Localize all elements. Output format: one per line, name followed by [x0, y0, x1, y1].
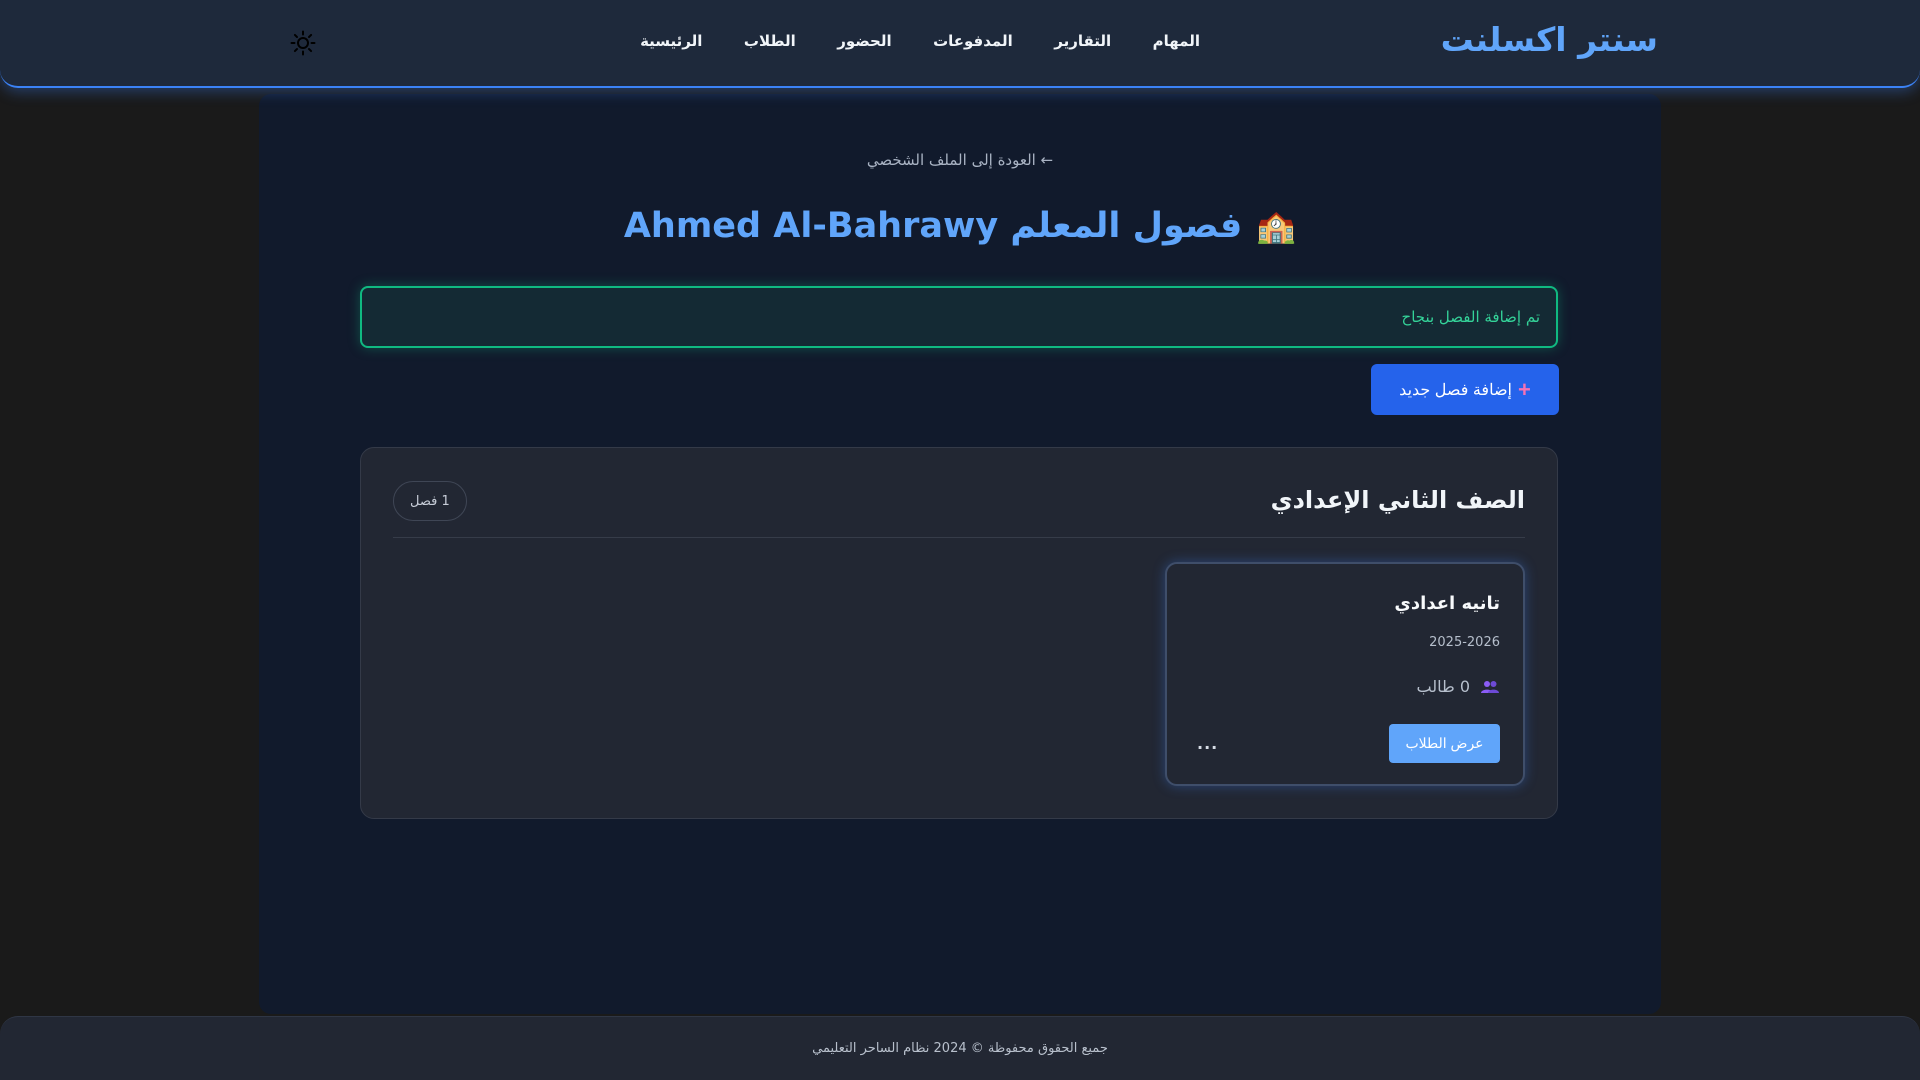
- nav-attendance[interactable]: الحضور: [837, 32, 891, 50]
- add-class-label: إضافة فصل جديد: [1399, 381, 1512, 399]
- people-icon: [1481, 680, 1499, 693]
- main-panel: ← العودة إلى الملف الشخصي 🏫 فصول المعلم A…: [259, 94, 1661, 1014]
- school-icon: 🏫: [1256, 207, 1297, 245]
- student-count-text: 0 طالب: [1416, 677, 1470, 696]
- nav-reports[interactable]: التقارير: [1054, 32, 1111, 50]
- grade-title: الصف الثاني الإعدادي: [1270, 486, 1525, 514]
- more-options-button[interactable]: ...: [1197, 734, 1218, 753]
- main-nav: المهام التقارير المدفوعات الحضور الطلاب …: [640, 32, 1200, 50]
- class-name: تانيه اعدادي: [1394, 593, 1500, 614]
- nav-payments[interactable]: المدفوعات: [933, 32, 1013, 50]
- top-header: سنتر اكسلنت المهام التقارير المدفوعات ال…: [0, 0, 1920, 88]
- sun-icon: [290, 30, 316, 56]
- nav-tasks[interactable]: المهام: [1153, 32, 1200, 50]
- add-class-button[interactable]: + إضافة فصل جديد: [1371, 364, 1559, 415]
- page-title: 🏫 فصول المعلم Ahmed Al-Bahrawy: [259, 206, 1661, 246]
- brand-logo[interactable]: سنتر اكسلنت: [1441, 20, 1658, 59]
- class-card: تانيه اعدادي 2025-2026 0 طالب عرض الطلاب…: [1165, 562, 1525, 786]
- grade-section: الصف الثاني الإعدادي 1 فصل تانيه اعدادي …: [360, 447, 1558, 819]
- success-alert: تم إضافة الفصل بنجاح: [360, 286, 1558, 348]
- class-year: 2025-2026: [1429, 635, 1500, 650]
- footer: جميع الحقوق محفوظة © 2024 نظام الساحر ال…: [0, 1016, 1920, 1080]
- class-student-count: 0 طالب: [1417, 677, 1500, 696]
- divider: [393, 537, 1525, 538]
- class-count-badge: 1 فصل: [393, 481, 467, 521]
- theme-toggle-button[interactable]: [286, 26, 320, 60]
- page-title-text: فصول المعلم Ahmed Al-Bahrawy: [623, 206, 1243, 246]
- nav-students[interactable]: الطلاب: [744, 32, 796, 50]
- back-to-profile-link[interactable]: ← العودة إلى الملف الشخصي: [259, 151, 1661, 169]
- plus-icon: +: [1517, 376, 1531, 402]
- view-students-button[interactable]: عرض الطلاب: [1389, 724, 1500, 763]
- nav-home[interactable]: الرئيسية: [640, 32, 702, 50]
